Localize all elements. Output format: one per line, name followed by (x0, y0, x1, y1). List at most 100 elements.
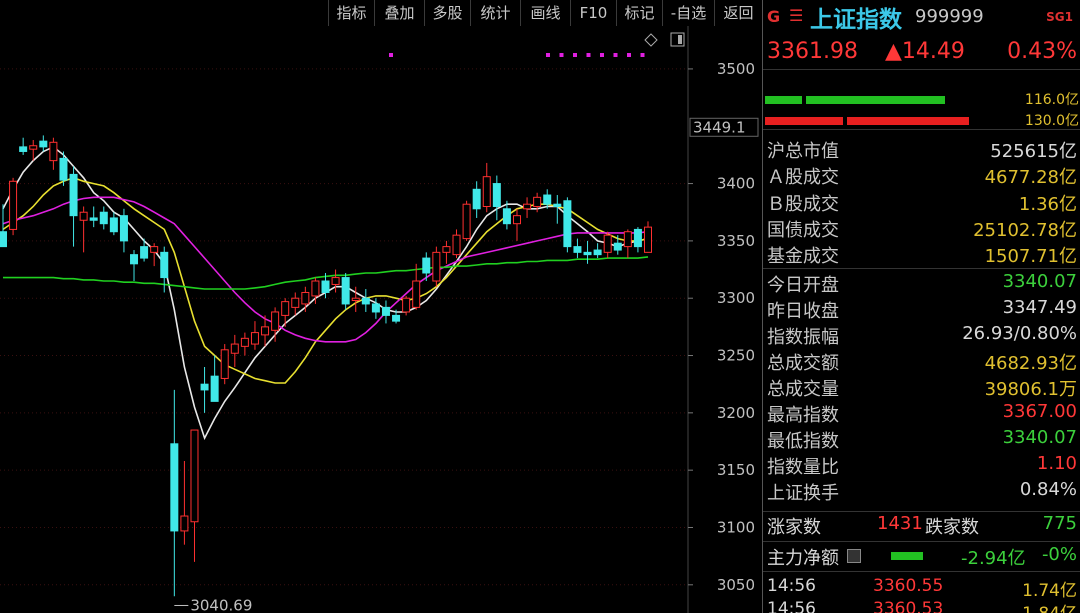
stat-value: 4682.93亿 (984, 353, 1077, 374)
stat-row: 上证换手 0.84% (763, 479, 1080, 505)
stat-row: 最低指数 3340.07 (763, 427, 1080, 453)
quote-header: G ☰ 上证指数 999999 SG1 (763, 0, 1080, 36)
candle-up (533, 196, 542, 207)
candle-up (644, 226, 652, 253)
outflow-bar-1 (765, 117, 843, 125)
stat-label: 指数振幅 (767, 327, 839, 348)
stat-label: 最低指数 (767, 431, 839, 452)
candle-down (422, 257, 431, 274)
candle-up (351, 297, 360, 301)
sg-tag[interactable]: SG1 (1046, 10, 1073, 24)
main-flow-row: 主力净额 -2.94亿 -0% (763, 544, 1080, 570)
candle-up (311, 280, 320, 297)
y-tick-label: 3200 (717, 404, 755, 422)
candle-down (170, 443, 179, 532)
quote-panel: G ☰ 上证指数 999999 SG1 3361.98 ▲14.49 0.43%… (762, 0, 1080, 613)
signal-marker (586, 53, 591, 57)
advance-decline-row: 涨家数 1431 跌家数 775 (763, 513, 1080, 539)
change-value: ▲14.49 (885, 39, 965, 64)
candle-up (9, 180, 18, 230)
candle-down (321, 280, 330, 293)
candle-down (371, 303, 380, 313)
decline-label: 跌家数 (925, 517, 979, 538)
menu-icon[interactable]: ☰ (789, 6, 803, 25)
candle-up (623, 231, 632, 248)
candle-down (543, 194, 552, 205)
tick-amount: 1.74亿 (1022, 581, 1077, 601)
candle-up (331, 277, 340, 285)
market-tag[interactable]: G (767, 7, 780, 26)
main-flow-bar (891, 552, 923, 560)
candle-up (150, 246, 159, 253)
stat-value: 3347.49 (1002, 297, 1077, 318)
signal-marker (389, 53, 393, 57)
y-tick-label: 3300 (717, 289, 755, 307)
y-tick-label: 3500 (717, 60, 755, 78)
stat-row: Ｂ股成交 1.36亿 (763, 190, 1080, 216)
multi-stock-button[interactable]: 多股 (424, 0, 470, 26)
stat-label: 总成交量 (767, 379, 839, 400)
candle-down (502, 208, 511, 225)
index-name: 上证指数 (810, 7, 902, 33)
candle-down (69, 173, 78, 217)
candle-down (492, 183, 501, 207)
stat-row: 国债成交 25102.78亿 (763, 216, 1080, 242)
stat-row: 指数量比 1.10 (763, 453, 1080, 479)
stat-row: Ａ股成交 4677.28亿 (763, 163, 1080, 189)
stat-value: 25102.78亿 (973, 220, 1077, 241)
overlay-button[interactable]: 叠加 (374, 0, 424, 26)
candle-down (99, 211, 108, 225)
list-icon[interactable] (847, 549, 861, 563)
back-button[interactable]: 返回 (714, 0, 762, 26)
main-flow-label: 主力净额 (767, 548, 839, 569)
main-flow-value: -2.94亿 (961, 548, 1026, 569)
candle-down (119, 215, 128, 242)
low-annotation: 3040.69 (190, 596, 252, 613)
candle-down (210, 375, 219, 402)
tick-row: 14:56 3360.53 1.84亿 (763, 599, 1080, 613)
candle-up (49, 141, 58, 162)
signal-marker (627, 53, 631, 57)
signal-marker (640, 53, 645, 57)
candle-down (89, 217, 98, 221)
candle-down (0, 231, 7, 248)
candle-up (180, 515, 189, 532)
candle-up (523, 203, 532, 210)
candle-down (140, 246, 149, 259)
candle-up (79, 211, 88, 221)
stat-value: 525615亿 (990, 141, 1077, 162)
statistics-button[interactable]: 统计 (470, 0, 520, 26)
candle-down (573, 246, 582, 253)
candle-up (412, 280, 421, 308)
candle-up (29, 145, 38, 150)
tick-time: 14:56 (767, 576, 816, 596)
stat-label: 基金成交 (767, 246, 839, 267)
candle-down (553, 203, 562, 207)
panel-toggle-icon (670, 32, 685, 47)
y-tick-label: 3150 (717, 461, 755, 479)
candle-up (482, 176, 491, 207)
tick-price: 3360.55 (873, 576, 944, 596)
divider (763, 268, 1080, 269)
draw-line-button[interactable]: 画线 (520, 0, 570, 26)
diamond-icon (644, 33, 658, 47)
candle-down (633, 228, 642, 248)
f10-button[interactable]: F10 (570, 0, 616, 26)
stat-label: 总成交额 (767, 353, 839, 374)
indicator-button[interactable]: 指标 (328, 0, 374, 26)
stat-row: 总成交量 39806.1万 (763, 375, 1080, 401)
stat-value: 3367.00 (1002, 401, 1077, 422)
stat-value: 1.10 (1036, 453, 1077, 474)
candle-up (220, 349, 229, 379)
remove-watchlist-button[interactable]: -自选 (662, 0, 714, 26)
stat-value: 4677.28亿 (984, 167, 1077, 188)
chart-toolbar: 指标 叠加 多股 统计 画线 F10 标记 -自选 返回 (0, 0, 762, 26)
stat-row: 基金成交 1507.71亿 (763, 242, 1080, 268)
stat-value: 0.84% (1019, 479, 1077, 500)
candle-up (402, 297, 411, 313)
mark-button[interactable]: 标记 (616, 0, 662, 26)
candle-up (512, 215, 521, 225)
candle-down (583, 251, 592, 256)
candle-down (593, 249, 602, 256)
kline-chart[interactable]: 3050 3100 3150 3200 3250 3300 3350 3400 3500 344… (0, 26, 762, 613)
